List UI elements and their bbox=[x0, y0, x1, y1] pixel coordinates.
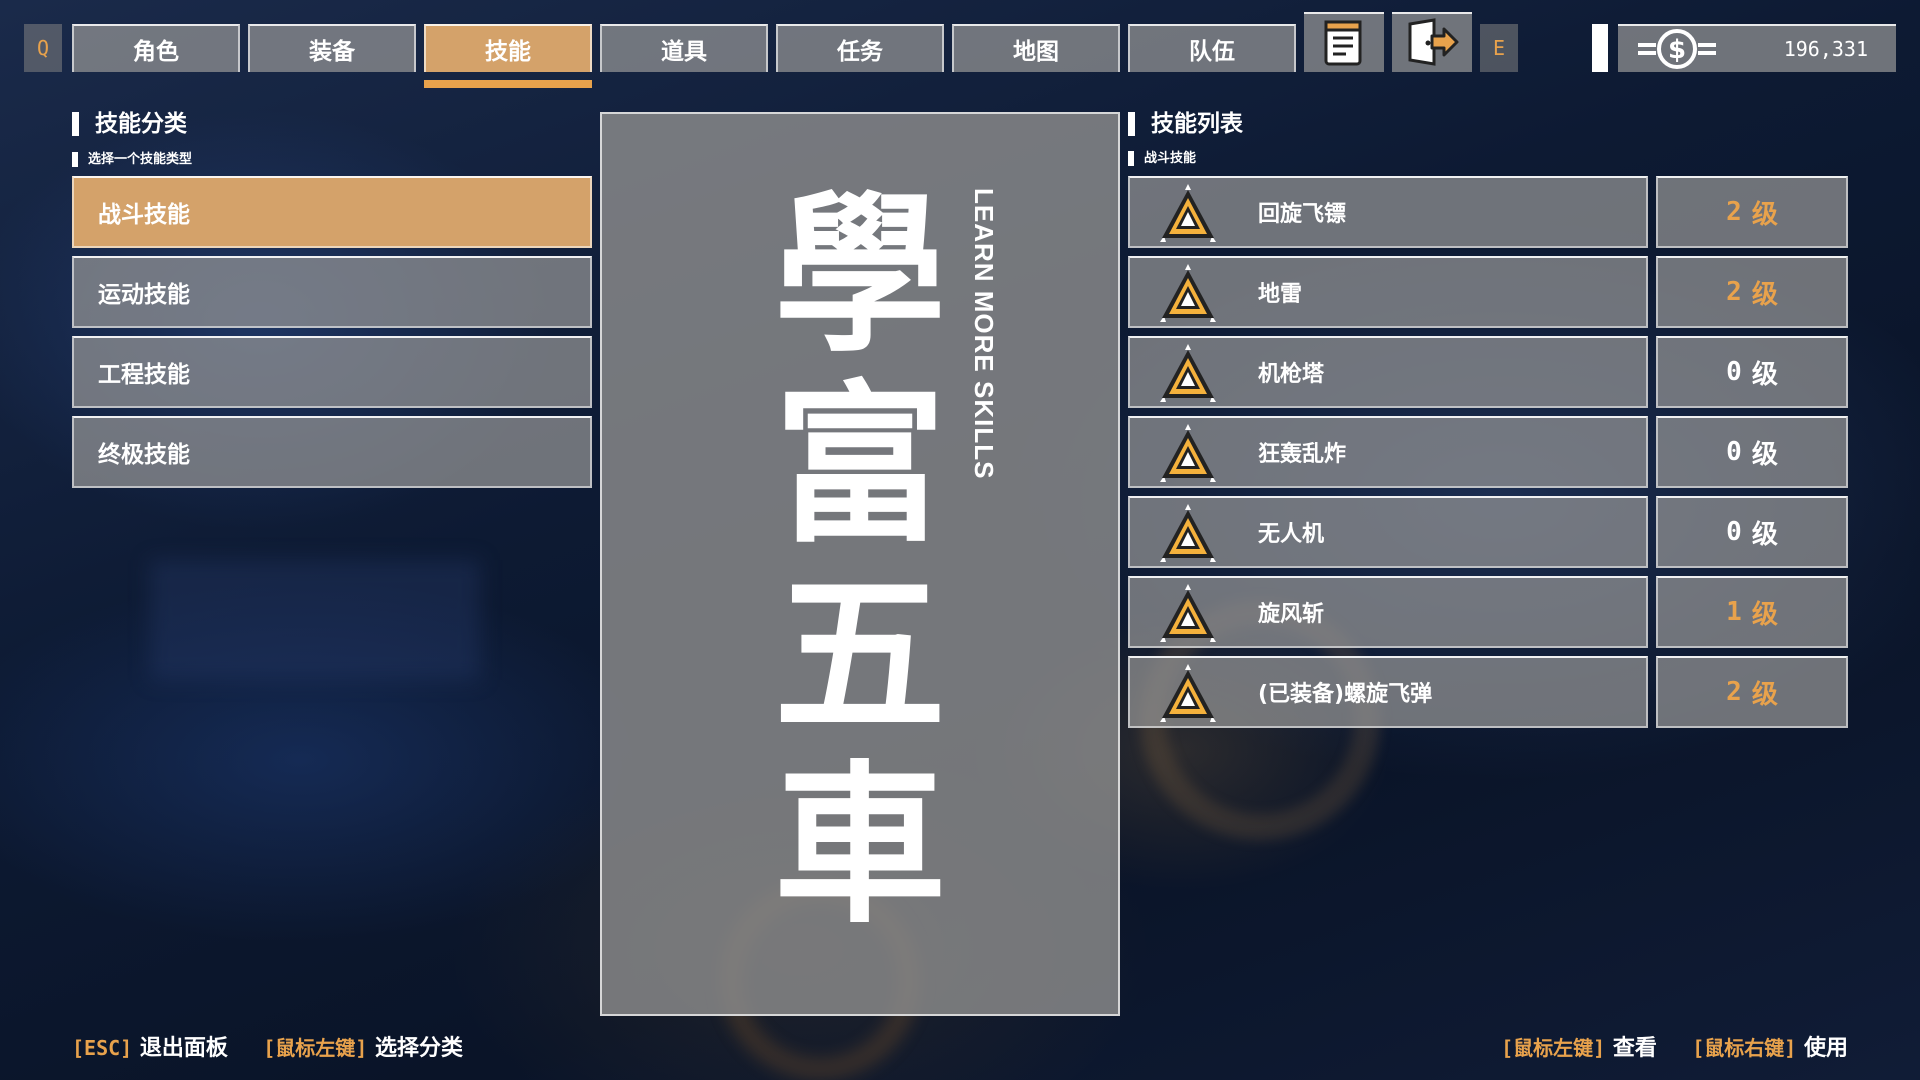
skill-triangle-icon bbox=[1156, 262, 1220, 326]
skill-panel-title: 技能列表 bbox=[1128, 112, 1243, 136]
tab-equipment[interactable]: 装备 bbox=[248, 24, 416, 72]
skill-triangle-icon bbox=[1156, 182, 1220, 246]
skill-entry[interactable]: 机枪塔 bbox=[1128, 336, 1648, 408]
top-nav: Q 角色 装备 技能 道具 任务 地图 队伍 E $ 196,331 bbox=[0, 0, 1920, 90]
banner-char: 學 bbox=[774, 173, 946, 376]
skill-row[interactable]: 机枪塔 0 级 bbox=[1128, 336, 1848, 408]
skill-entry[interactable]: 无人机 bbox=[1128, 496, 1648, 568]
currency-divider bbox=[1592, 24, 1608, 72]
exit-button[interactable] bbox=[1392, 12, 1472, 72]
prev-tab-key-hint[interactable]: Q bbox=[24, 24, 62, 72]
background-blur-block bbox=[150, 560, 480, 680]
skill-triangle-icon bbox=[1156, 662, 1220, 726]
skill-level: 0级 bbox=[1656, 336, 1848, 408]
skill-name: 机枪塔 bbox=[1258, 362, 1325, 387]
skill-triangle-icon bbox=[1156, 422, 1220, 486]
banner-char: 車 bbox=[774, 743, 946, 946]
banner-subtitle: LEARN MORE SKILLS bbox=[969, 188, 999, 480]
notes-button[interactable] bbox=[1304, 12, 1384, 72]
category-panel-title: 技能分类 bbox=[72, 112, 187, 136]
skill-panel-subtitle: 战斗技能 bbox=[1128, 151, 1196, 166]
skill-level: 2级 bbox=[1656, 176, 1848, 248]
skill-level-number: 0 bbox=[1726, 517, 1742, 547]
tab-team[interactable]: 队伍 bbox=[1128, 24, 1296, 72]
footer-hints-right: [鼠标左键] 查看 [鼠标右键] 使用 bbox=[1501, 1030, 1848, 1062]
skill-entry[interactable]: 回旋飞镖 bbox=[1128, 176, 1648, 248]
skill-entry[interactable]: 旋风斩 bbox=[1128, 576, 1648, 648]
skill-level-number: 0 bbox=[1726, 437, 1742, 467]
dollar-coin-icon: $ bbox=[1638, 29, 1716, 69]
category-panel-subtitle: 选择一个技能类型 bbox=[72, 152, 192, 167]
skill-triangle-icon bbox=[1156, 342, 1220, 406]
left-click-key-hint: [鼠标左键] bbox=[1501, 1036, 1606, 1060]
skill-row[interactable]: 无人机 0 级 bbox=[1128, 496, 1848, 568]
skill-name: 回旋飞镖 bbox=[1258, 202, 1347, 227]
skill-row[interactable]: 地雷 2 级 bbox=[1128, 256, 1848, 328]
skill-level-unit: 级 bbox=[1751, 519, 1778, 550]
tab-items[interactable]: 道具 bbox=[600, 24, 768, 72]
exit-door-icon bbox=[1408, 18, 1459, 66]
skill-level-number: 1 bbox=[1726, 597, 1742, 627]
banner-char: 富 bbox=[774, 363, 946, 566]
skill-level-unit: 级 bbox=[1751, 279, 1778, 310]
skill-level-unit: 级 bbox=[1751, 199, 1778, 230]
skill-level: 1级 bbox=[1656, 576, 1848, 648]
tab-character[interactable]: 角色 bbox=[72, 24, 240, 72]
use-action-label: 使用 bbox=[1803, 1036, 1848, 1061]
skill-entry[interactable]: 地雷 bbox=[1128, 256, 1648, 328]
skill-level-unit: 级 bbox=[1751, 439, 1778, 470]
view-action-label: 查看 bbox=[1612, 1036, 1657, 1061]
tab-quests[interactable]: 任务 bbox=[776, 24, 944, 72]
skill-row[interactable]: 回旋飞镖 2 级 bbox=[1128, 176, 1848, 248]
category-ultimate[interactable]: 终极技能 bbox=[72, 416, 592, 488]
skill-row[interactable]: (已装备)螺旋飞弹 2 级 bbox=[1128, 656, 1848, 728]
category-movement[interactable]: 运动技能 bbox=[72, 256, 592, 328]
esc-key-hint: [ESC] bbox=[72, 1036, 133, 1060]
category-engineering[interactable]: 工程技能 bbox=[72, 336, 592, 408]
skill-name: (已装备)螺旋飞弹 bbox=[1258, 682, 1433, 707]
tab-skills[interactable]: 技能 bbox=[424, 24, 592, 72]
skill-level: 2级 bbox=[1656, 656, 1848, 728]
skill-level-number: 2 bbox=[1726, 677, 1742, 707]
skill-row[interactable]: 狂轰乱炸 0 级 bbox=[1128, 416, 1848, 488]
skill-triangle-icon bbox=[1156, 582, 1220, 646]
skill-level-number: 2 bbox=[1726, 277, 1742, 307]
right-click-key-hint: [鼠标右键] bbox=[1692, 1036, 1797, 1060]
footer-hints-left: [ESC] 退出面板 [鼠标左键] 选择分类 bbox=[72, 1030, 463, 1062]
skill-level: 0级 bbox=[1656, 416, 1848, 488]
skill-level-unit: 级 bbox=[1751, 359, 1778, 390]
skill-name: 旋风斩 bbox=[1258, 602, 1325, 627]
tab-map[interactable]: 地图 bbox=[952, 24, 1120, 72]
skill-entry[interactable]: 狂轰乱炸 bbox=[1128, 416, 1648, 488]
left-click-key-hint: [鼠标左键] bbox=[263, 1036, 368, 1060]
notes-icon bbox=[1324, 20, 1362, 66]
skill-name: 无人机 bbox=[1258, 522, 1325, 547]
currency-display: $ 196,331 bbox=[1618, 24, 1896, 72]
skill-name: 狂轰乱炸 bbox=[1258, 442, 1347, 467]
skill-level-unit: 级 bbox=[1751, 599, 1778, 630]
esc-action-label: 退出面板 bbox=[139, 1036, 228, 1061]
category-combat[interactable]: 战斗技能 bbox=[72, 176, 592, 248]
skill-level-unit: 级 bbox=[1751, 679, 1778, 710]
next-tab-key-hint[interactable]: E bbox=[1480, 24, 1518, 72]
left-click-action-label: 选择分类 bbox=[375, 1036, 464, 1061]
currency-amount: 196,331 bbox=[1783, 37, 1868, 61]
skill-triangle-icon bbox=[1156, 502, 1220, 566]
svg-text:$: $ bbox=[1668, 35, 1686, 65]
skill-entry[interactable]: (已装备)螺旋飞弹 bbox=[1128, 656, 1648, 728]
skill-level-number: 2 bbox=[1726, 197, 1742, 227]
banner-char: 五 bbox=[774, 553, 946, 756]
active-tab-underline bbox=[424, 80, 592, 88]
skill-level: 0级 bbox=[1656, 496, 1848, 568]
skill-level-number: 0 bbox=[1726, 357, 1742, 387]
skill-row[interactable]: 旋风斩 1 级 bbox=[1128, 576, 1848, 648]
skill-level: 2级 bbox=[1656, 256, 1848, 328]
skill-name: 地雷 bbox=[1258, 282, 1303, 307]
banner-title: 學 富 五 車 bbox=[770, 180, 950, 940]
